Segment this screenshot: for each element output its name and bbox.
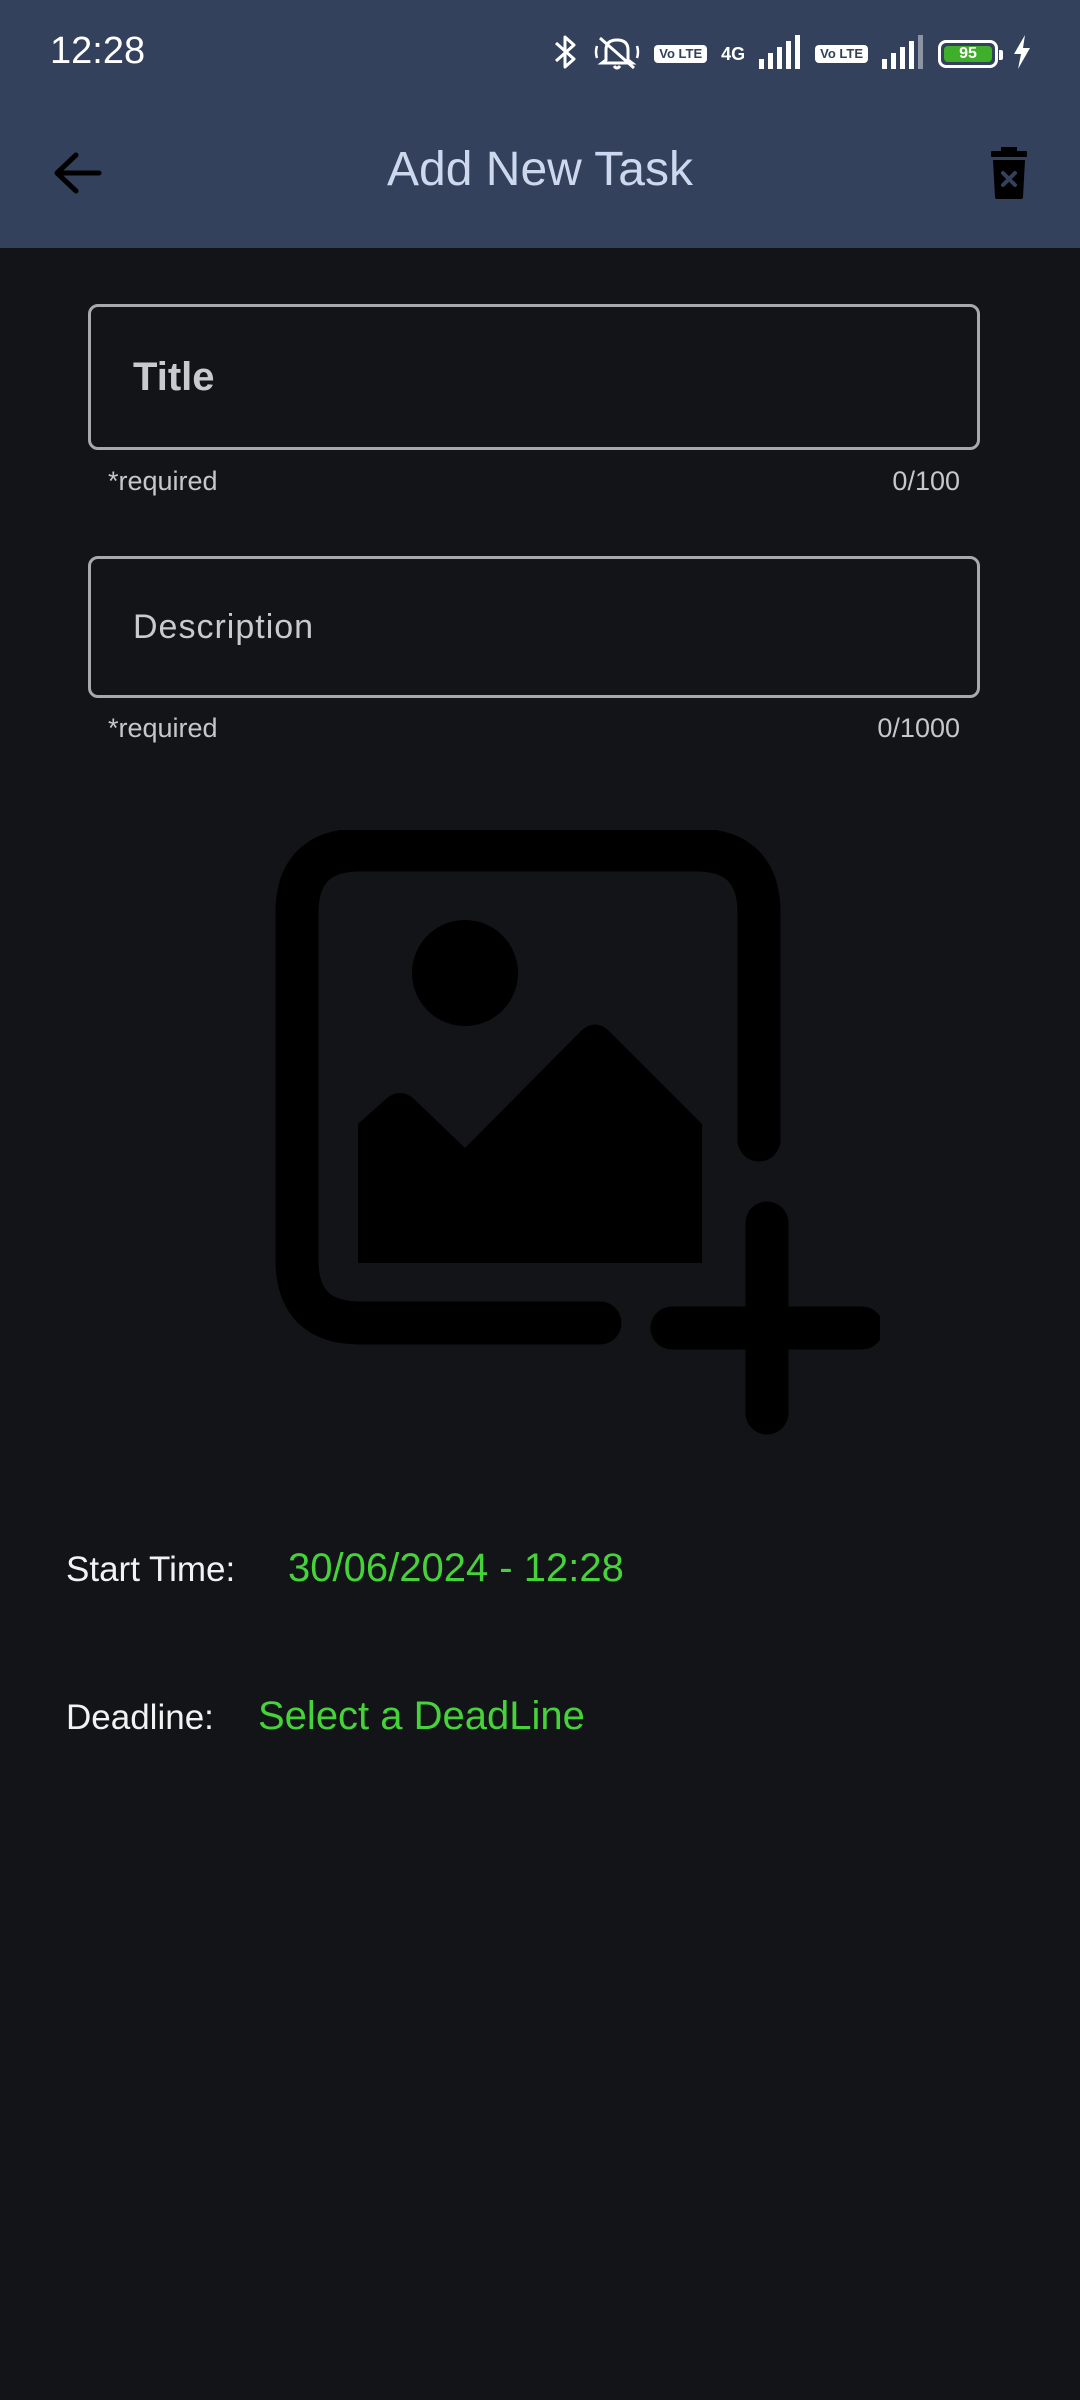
deadline-label: Deadline: bbox=[66, 1698, 214, 1737]
start-time-value[interactable]: 30/06/2024 - 12:28 bbox=[288, 1546, 624, 1591]
add-image-button[interactable] bbox=[270, 828, 884, 1440]
start-time-label: Start Time: bbox=[66, 1550, 236, 1589]
bluetooth-icon bbox=[552, 32, 580, 77]
signal-icon bbox=[759, 34, 801, 74]
title-char-counter: 0/100 bbox=[892, 466, 960, 496]
title-required-hint: *required bbox=[108, 466, 218, 496]
title-field[interactable] bbox=[88, 304, 980, 450]
volte-icon-2: Vo LTE bbox=[815, 45, 868, 63]
description-required-hint: *required bbox=[108, 713, 218, 743]
title-input[interactable] bbox=[91, 307, 977, 447]
battery-icon: 95 bbox=[938, 40, 1003, 68]
page-title: Add New Task bbox=[387, 143, 693, 196]
status-bar: 12:28 Vo LTE 4G Vo LTE 95 bbox=[0, 0, 1080, 108]
description-char-counter: 0/1000 bbox=[877, 713, 960, 743]
volte-icon: Vo LTE bbox=[654, 45, 708, 63]
app-bar: Add New Task bbox=[0, 108, 1080, 248]
status-time: 12:28 bbox=[50, 30, 146, 72]
deadline-select[interactable]: Select a DeadLine bbox=[258, 1694, 585, 1739]
battery-level: 95 bbox=[944, 46, 992, 62]
charging-icon bbox=[1012, 34, 1032, 74]
signal-icon-2 bbox=[882, 34, 924, 74]
mute-icon bbox=[594, 32, 640, 77]
status-icons: Vo LTE 4G Vo LTE 95 bbox=[552, 30, 1032, 78]
add-image-icon bbox=[275, 828, 884, 1435]
description-field[interactable] bbox=[88, 556, 980, 698]
description-input[interactable] bbox=[91, 559, 977, 695]
delete-button[interactable] bbox=[972, 138, 1046, 212]
delete-icon bbox=[989, 146, 1029, 204]
network-type-label: 4G bbox=[721, 44, 746, 64]
top-bar: 12:28 Vo LTE 4G Vo LTE 95 Add New Task bbox=[0, 0, 1080, 248]
